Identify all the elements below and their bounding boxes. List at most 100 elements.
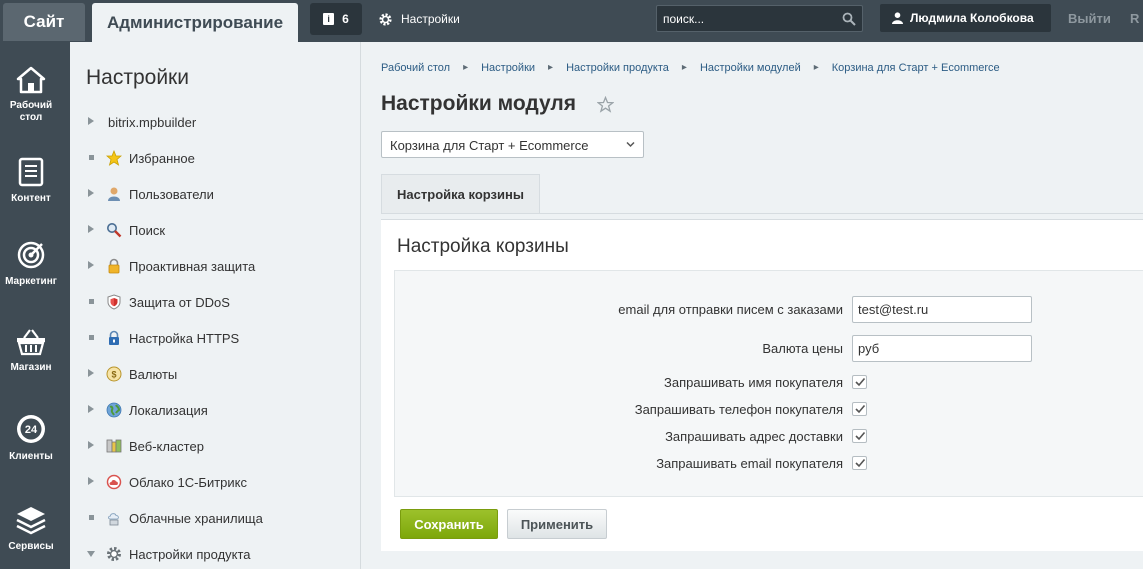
settings-label: Настройки xyxy=(401,12,460,26)
leftmenu-item-desktop[interactable]: Рабочий стол xyxy=(0,66,62,124)
clients-badge: 24 xyxy=(25,424,38,436)
collapse-arrow-icon[interactable] xyxy=(87,551,95,557)
tab-divider xyxy=(381,213,1143,214)
search-input[interactable]: поиск... xyxy=(656,5,863,32)
leftmenu-label: Магазин xyxy=(10,362,52,373)
page-title: Настройки модуля xyxy=(381,92,577,115)
breadcrumb-separator-icon: ▸ xyxy=(548,62,554,73)
tree-item-ddos[interactable]: Защита от DDoS xyxy=(70,292,360,312)
expand-arrow-icon[interactable] xyxy=(88,369,94,377)
admin-tab[interactable]: Администрирование xyxy=(92,3,298,42)
tree-item-label: Облако 1С-Битрикс xyxy=(129,475,247,490)
tree-item-localization[interactable]: Локализация xyxy=(70,400,360,420)
ask-email-checkbox[interactable] xyxy=(852,456,867,470)
breadcrumb-item[interactable]: Настройки xyxy=(481,62,535,74)
tree-item-currencies[interactable]: $ Валюты xyxy=(70,364,360,384)
leftmenu-item-clients[interactable]: 24 Клиенты xyxy=(0,413,62,463)
favorite-star-icon[interactable] xyxy=(597,96,614,113)
leftmenu-label: Сервисы xyxy=(8,541,54,552)
breadcrumb-item[interactable]: Корзина для Старт + Ecommerce xyxy=(832,62,1000,74)
leftmenu-label: Маркетинг xyxy=(5,276,57,287)
module-select[interactable]: Корзина для Старт + Ecommerce xyxy=(381,131,644,158)
leftmenu-label: Контент xyxy=(11,193,51,204)
settings-link[interactable]: Настройки xyxy=(378,3,460,35)
bullet-icon xyxy=(89,299,94,304)
tree-item-favorites[interactable]: Избранное xyxy=(70,148,360,168)
target-icon xyxy=(17,241,45,269)
layers-icon xyxy=(16,507,46,535)
server-icon xyxy=(106,439,122,453)
expand-arrow-icon[interactable] xyxy=(88,477,94,485)
ask-address-checkbox[interactable] xyxy=(852,429,867,443)
checkmark-icon xyxy=(855,458,866,468)
breadcrumb-separator-icon: ▸ xyxy=(813,62,819,73)
leftmenu-label: Клиенты xyxy=(9,451,53,462)
tree-item-webcluster[interactable]: Веб-кластер xyxy=(70,436,360,456)
logout-link[interactable]: Выйти xyxy=(1068,11,1111,26)
expand-arrow-icon[interactable] xyxy=(88,225,94,233)
settings-card: Настройка корзины email для отправки пис… xyxy=(381,219,1143,551)
leftmenu-item-services[interactable]: Сервисы xyxy=(0,505,62,553)
home-icon xyxy=(16,66,46,94)
save-button[interactable]: Сохранить xyxy=(400,509,498,539)
checkmark-icon xyxy=(855,431,866,441)
checkbox-label: Запрашивать адрес доставки xyxy=(665,429,843,444)
expand-arrow-icon[interactable] xyxy=(88,261,94,269)
expand-arrow-icon[interactable] xyxy=(88,441,94,449)
bullet-icon xyxy=(89,515,94,520)
tree-item-https[interactable]: Настройка HTTPS xyxy=(70,328,360,348)
checkbox-label: Запрашивать email покупателя xyxy=(656,456,843,471)
settings-form: email для отправки писем с заказами test… xyxy=(394,270,1143,497)
tree-item-cloud-storage[interactable]: Облачные хранилища xyxy=(70,508,360,528)
tree-item-label: Поиск xyxy=(129,223,166,238)
email-field[interactable]: test@test.ru xyxy=(852,296,1032,323)
user-button[interactable]: Людмила Колобкова xyxy=(880,4,1051,32)
tree-item-product-settings[interactable]: Настройки продукта xyxy=(70,544,360,564)
breadcrumb-item[interactable]: Рабочий стол xyxy=(381,62,450,74)
cloud-storage-icon xyxy=(108,513,119,526)
tree-item-users[interactable]: Пользователи xyxy=(70,184,360,204)
breadcrumb-item[interactable]: Настройки продукта xyxy=(566,62,669,74)
gear-icon xyxy=(379,12,392,26)
tree-item-label: Облачные хранилища xyxy=(129,511,263,526)
gear-icon xyxy=(107,547,121,561)
tree-item-label: Настройка HTTPS xyxy=(129,331,240,346)
site-tab[interactable]: Сайт xyxy=(3,3,85,41)
notifications-button[interactable]: i 6 xyxy=(310,3,362,35)
expand-arrow-icon[interactable] xyxy=(88,189,94,197)
language-link[interactable]: R xyxy=(1130,11,1139,26)
checkmark-icon xyxy=(855,404,866,414)
tree-item-label: Веб-кластер xyxy=(129,439,204,454)
apply-button[interactable]: Применить xyxy=(507,509,607,539)
ask-phone-checkbox[interactable] xyxy=(852,402,867,416)
leftmenu-item-content[interactable]: Контент xyxy=(0,157,62,205)
tree-item-bitrix-cloud[interactable]: Облако 1С-Битрикс xyxy=(70,472,360,492)
leftmenu-item-marketing[interactable]: Маркетинг xyxy=(0,240,62,288)
info-icon: i xyxy=(323,13,335,25)
checkmark-icon xyxy=(855,377,866,387)
chevron-down-icon xyxy=(626,141,635,148)
user-name: Людмила Колобкова xyxy=(910,11,1034,25)
svg-text:$: $ xyxy=(111,370,116,380)
basket-icon xyxy=(17,329,45,356)
expand-arrow-icon[interactable] xyxy=(88,405,94,413)
tree-item-label: Пользователи xyxy=(129,187,214,202)
tree-item-label: Настройки продукта xyxy=(129,547,251,562)
tree-item-search[interactable]: Поиск xyxy=(70,220,360,240)
card-title: Настройка корзины xyxy=(397,236,569,257)
currency-field[interactable]: руб xyxy=(852,335,1032,362)
tab-cart-settings[interactable]: Настройка корзины xyxy=(381,174,540,214)
tree-item-label: bitrix.mpbuilder xyxy=(108,115,197,130)
settings-tree: Настройки bitrix.mpbuilder Избранное Пол… xyxy=(70,42,361,569)
ask-name-checkbox[interactable] xyxy=(852,375,867,389)
breadcrumb: Рабочий стол ▸ Настройки ▸ Настройки про… xyxy=(381,62,1000,74)
tree-item-proactive[interactable]: Проактивная защита xyxy=(70,256,360,276)
email-label: email для отправки писем с заказами xyxy=(618,302,843,317)
expand-arrow-icon[interactable] xyxy=(88,117,94,125)
search-icon[interactable] xyxy=(842,12,856,26)
breadcrumb-item[interactable]: Настройки модулей xyxy=(700,62,801,74)
globe-icon xyxy=(106,402,122,418)
leftmenu-item-shop[interactable]: Магазин xyxy=(0,328,62,374)
tree-item-mpbuilder[interactable]: bitrix.mpbuilder xyxy=(70,112,360,132)
https-lock-icon xyxy=(109,330,119,345)
